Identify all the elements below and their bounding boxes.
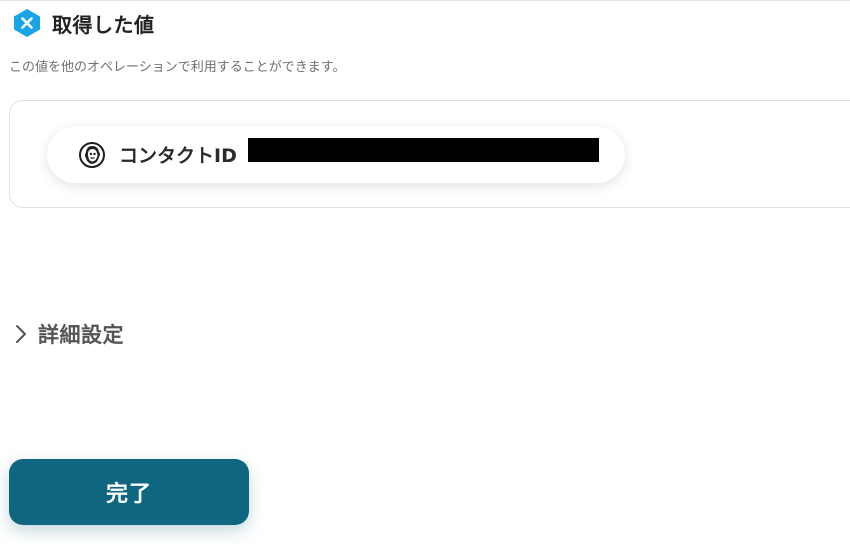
output-value-chip[interactable]: コンタクトID — [47, 126, 625, 183]
done-button[interactable]: 完了 — [9, 459, 249, 525]
mailchimp-icon — [79, 141, 105, 168]
x-icon — [12, 8, 42, 38]
chevron-right-icon — [12, 322, 30, 346]
page: 取得した値 この値を他のオペレーションで利用することができます。 コンタクトID… — [0, 0, 850, 558]
section-header: 取得した値 — [12, 8, 155, 38]
section-title: 取得した値 — [52, 12, 155, 37]
output-value-label: コンタクトID — [119, 145, 237, 167]
advanced-settings-label: 詳細設定 — [38, 323, 124, 347]
section-description: この値を他のオペレーションで利用することができます。 — [9, 60, 346, 75]
divider — [0, 0, 850, 1]
advanced-settings-toggle[interactable]: 詳細設定 — [12, 318, 124, 350]
redacted-value — [248, 138, 599, 162]
